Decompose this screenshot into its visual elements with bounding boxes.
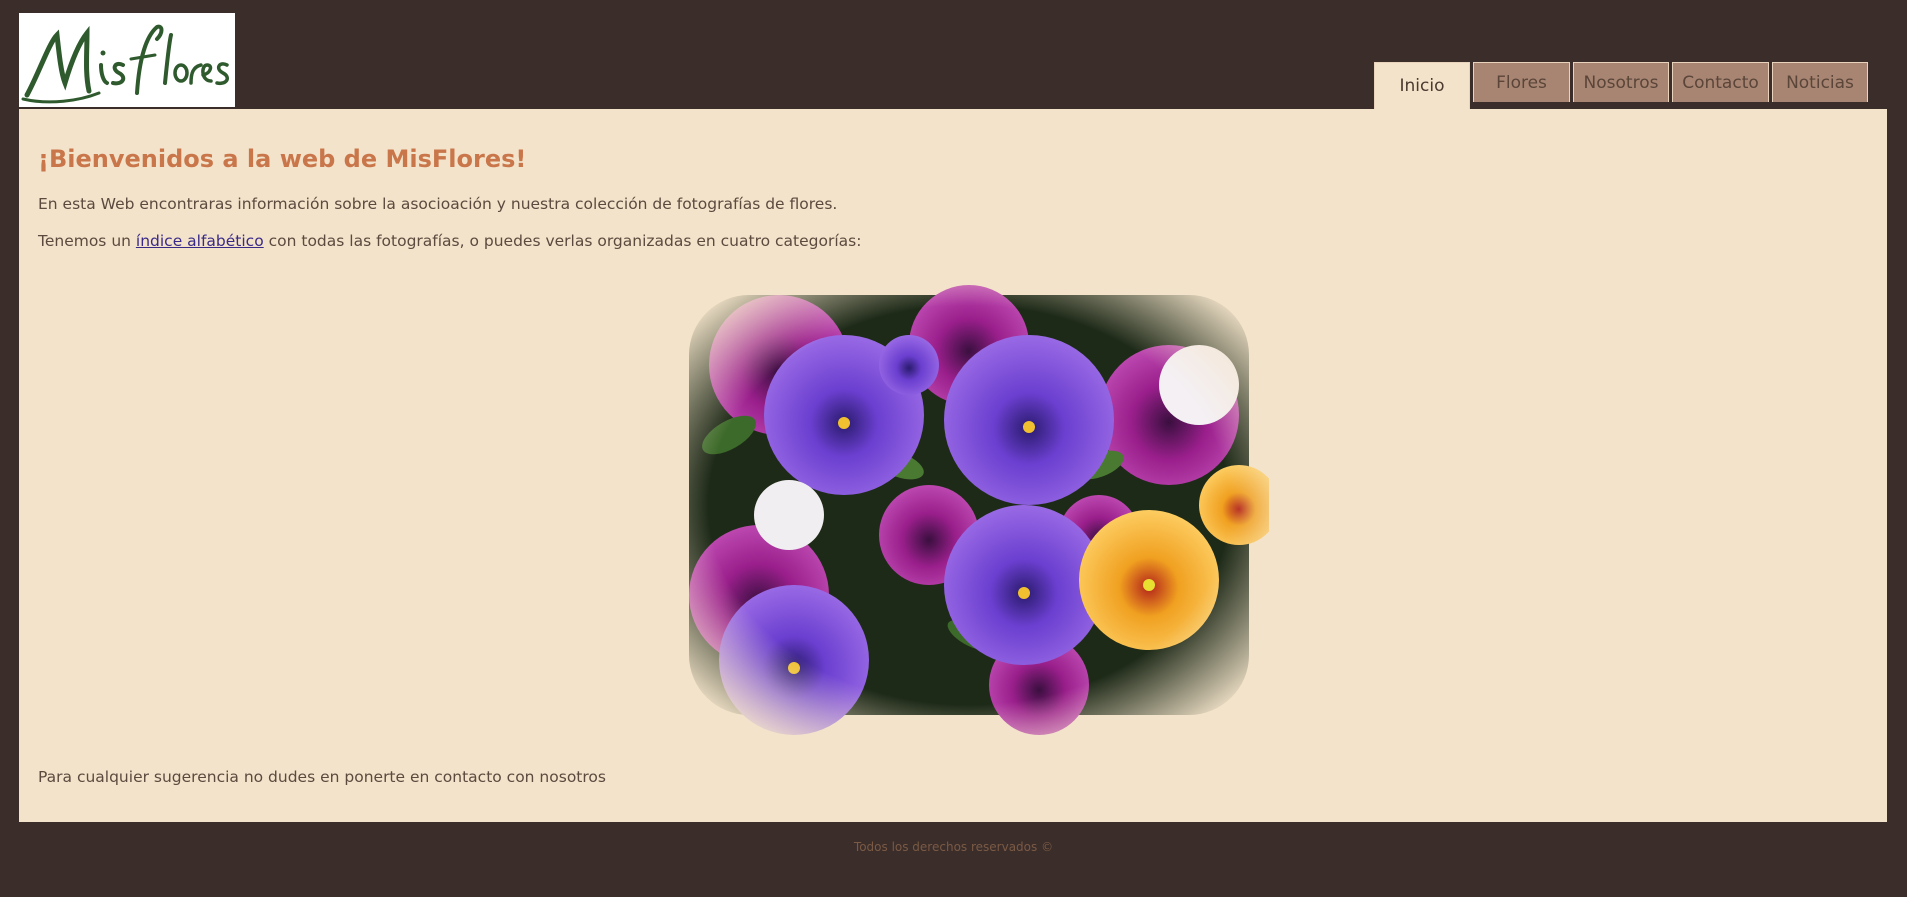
page: Inicio Flores Nosotros Contacto Noticias… [0,0,1907,897]
intro-text: En esta Web encontraras información sobr… [38,195,838,213]
tab-nosotros[interactable]: Nosotros [1573,62,1669,102]
index-text-after: con todas las fotografías, o puedes verl… [263,232,862,250]
tab-flores[interactable]: Flores [1473,62,1570,102]
contact-note: Para cualquier sugerencia no dudes en po… [38,768,606,786]
pansies-photo [669,275,1269,735]
footer-copyright: Todos los derechos reservados © [853,840,1054,854]
index-text-before: Tenemos un [38,232,136,250]
page-title: ¡Bienvenidos a la web de MisFlores! [38,145,527,173]
pansies-image [669,275,1269,735]
tab-inicio[interactable]: Inicio [1374,62,1470,109]
main-nav: Inicio Flores Nosotros Contacto Noticias [1374,62,1868,109]
tab-noticias[interactable]: Noticias [1772,62,1868,102]
alphabetical-index-link[interactable]: índice alfabético [136,232,264,250]
main-content: ¡Bienvenidos a la web de MisFlores! En e… [19,109,1887,822]
misflores-logo-image [21,24,229,104]
tab-contacto[interactable]: Contacto [1672,62,1769,102]
site-logo[interactable] [19,13,235,107]
index-paragraph: Tenemos un índice alfabético con todas l… [38,232,861,250]
